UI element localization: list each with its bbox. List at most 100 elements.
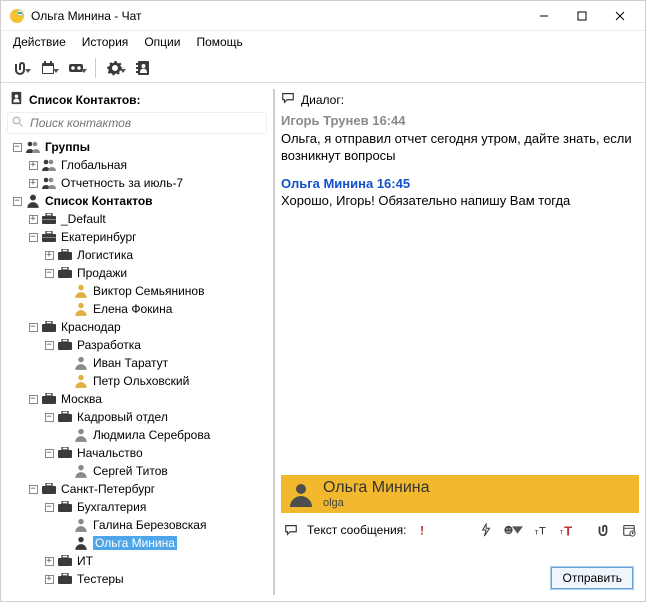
message-list[interactable]: Игорь Трунев 16:44 Ольга, я отправил отч…	[281, 112, 639, 475]
svg-text:т: т	[560, 527, 564, 536]
recipient-name: Ольга Минина	[323, 479, 430, 497]
tree-dept-dev[interactable]: − Разработка	[7, 336, 267, 354]
briefcase-icon	[57, 446, 73, 460]
dialog-label: Диалог:	[301, 93, 344, 107]
dialog-icon	[281, 91, 295, 108]
titlebar: Ольга Минина - Чат	[1, 1, 645, 31]
menu-help[interactable]: Помощь	[190, 33, 248, 51]
svg-text:T: T	[539, 525, 546, 537]
footer: Отправить	[281, 561, 639, 595]
chat-header: Диалог:	[281, 89, 639, 112]
chat-bubble-icon[interactable]	[281, 520, 301, 540]
tree-office-default[interactable]: + _Default	[7, 210, 267, 228]
attach-button[interactable]	[7, 56, 33, 80]
recipient-login: olga	[323, 497, 430, 509]
person-offline-icon	[73, 356, 89, 370]
text-size-large-icon[interactable]: тT	[555, 520, 575, 540]
sidebar-title: Список Контактов:	[29, 93, 141, 107]
tree-dept-it[interactable]: + ИТ	[7, 552, 267, 570]
calendar-button[interactable]	[35, 56, 61, 80]
tree-person-selected[interactable]: Ольга Минина	[7, 534, 267, 552]
message-body: Ольга, я отправил отчет сегодня утром, д…	[281, 130, 639, 165]
briefcase-icon	[41, 230, 57, 244]
tree-group-report[interactable]: + Отчетность за июль-7	[7, 174, 267, 192]
briefcase-icon	[57, 500, 73, 514]
close-button[interactable]	[601, 2, 639, 30]
tree-dept-logistics[interactable]: + Логистика	[7, 246, 267, 264]
briefcase-icon	[41, 212, 57, 226]
menu-history[interactable]: История	[76, 33, 135, 51]
tree-dept-accounting[interactable]: − Бухгалтерия	[7, 498, 267, 516]
tree-person[interactable]: Людмила Сереброва	[7, 426, 267, 444]
svg-text:т: т	[535, 527, 539, 536]
menubar: Действие История Опции Помощь	[1, 31, 645, 53]
tree-office-ekb[interactable]: − Екатеринбург	[7, 228, 267, 246]
quick-reply-icon[interactable]	[477, 520, 497, 540]
compose-label: Текст сообщения:	[307, 523, 406, 537]
voicemail-button[interactable]	[63, 56, 89, 80]
tree-dept-leadership[interactable]: − Начальство	[7, 444, 267, 462]
tree-person[interactable]: Виктор Семьянинов	[7, 282, 267, 300]
message-body: Хорошо, Игорь! Обязательно напишу Вам то…	[281, 192, 639, 210]
window-title: Ольга Минина - Чат	[31, 9, 525, 23]
settings-button[interactable]	[102, 56, 128, 80]
compose-toolbar: Текст сообщения: ! тT тT	[281, 517, 639, 543]
tree-person[interactable]: Иван Таратут	[7, 354, 267, 372]
tree-contacts-root[interactable]: − Список Контактов	[7, 192, 267, 210]
svg-text:!: !	[420, 523, 424, 537]
send-button[interactable]: Отправить	[551, 567, 633, 589]
tree-dept-sales[interactable]: − Продажи	[7, 264, 267, 282]
contacts-icon	[9, 91, 23, 108]
tree-dept-hr[interactable]: − Кадровый отдел	[7, 408, 267, 426]
tree-person[interactable]: Петр Ольховский	[7, 372, 267, 390]
sidebar-header: Список Контактов:	[7, 89, 267, 112]
briefcase-icon	[57, 266, 73, 280]
tree-person[interactable]: Галина Березовская	[7, 516, 267, 534]
avatar-icon	[287, 480, 315, 508]
message: Ольга Минина 16:45 Хорошо, Игорь! Обязат…	[281, 175, 639, 210]
briefcase-icon	[57, 248, 73, 262]
svg-text:T: T	[564, 523, 572, 537]
search-input[interactable]	[28, 115, 262, 131]
person-offline-icon	[73, 464, 89, 478]
schedule-icon[interactable]	[619, 520, 639, 540]
tree-office-spb[interactable]: − Санкт-Петербург	[7, 480, 267, 498]
pane-divider[interactable]	[273, 89, 275, 595]
tree-group-global[interactable]: + Глобальная	[7, 156, 267, 174]
person-icon	[25, 194, 41, 208]
maximize-button[interactable]	[563, 2, 601, 30]
group-icon	[25, 140, 41, 154]
group-icon	[41, 158, 57, 172]
menu-action[interactable]: Действие	[7, 33, 72, 51]
toolbar	[1, 53, 645, 83]
app-icon	[9, 8, 25, 24]
briefcase-icon	[57, 338, 73, 352]
person-away-icon	[73, 302, 89, 316]
person-away-icon	[73, 374, 89, 388]
person-online-icon	[73, 536, 89, 550]
tree-dept-testers[interactable]: + Тестеры	[7, 570, 267, 588]
priority-icon[interactable]: !	[412, 520, 432, 540]
message-from: Ольга Минина 16:45	[281, 175, 639, 193]
tree-person[interactable]: Сергей Титов	[7, 462, 267, 480]
tree-office-moscow[interactable]: − Москва	[7, 390, 267, 408]
tree-office-krasnodar[interactable]: − Краснодар	[7, 318, 267, 336]
tree-person[interactable]: Елена Фокина	[7, 300, 267, 318]
contact-tree[interactable]: − Группы + Глобальная + Отчетность за ию…	[7, 138, 267, 595]
tree-groups-root[interactable]: − Группы	[7, 138, 267, 156]
briefcase-icon	[57, 410, 73, 424]
menu-options[interactable]: Опции	[138, 33, 186, 51]
briefcase-icon	[41, 320, 57, 334]
contacts-button[interactable]	[130, 56, 156, 80]
briefcase-icon	[41, 392, 57, 406]
briefcase-icon	[41, 482, 57, 496]
attach-icon[interactable]	[593, 520, 613, 540]
text-size-small-icon[interactable]: тT	[529, 520, 549, 540]
minimize-button[interactable]	[525, 2, 563, 30]
person-away-icon	[73, 284, 89, 298]
chat-window: Ольга Минина - Чат Действие История Опци…	[0, 0, 646, 602]
person-offline-icon	[73, 518, 89, 532]
search-box[interactable]	[7, 112, 267, 134]
emoji-icon[interactable]	[503, 520, 523, 540]
message-from: Игорь Трунев 16:44	[281, 112, 639, 130]
